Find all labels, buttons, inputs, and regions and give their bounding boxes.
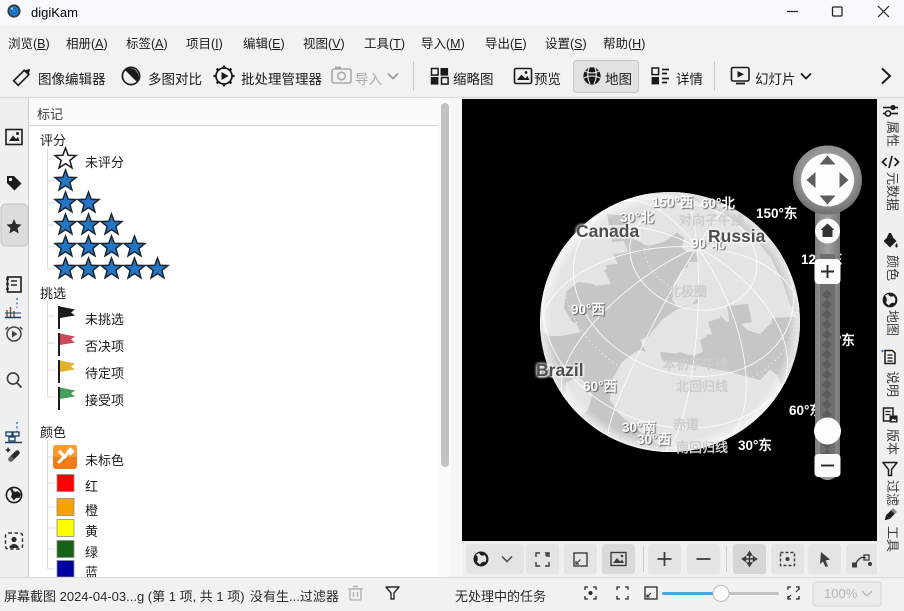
svg-text:90°西: 90°西 [571,302,605,317]
svg-text:南回归线: 南回归线 [676,440,728,455]
svg-text:60°西: 60°西 [583,379,617,394]
svg-text:赤道: 赤道 [673,417,699,432]
svg-text:Russia: Russia [708,226,766,246]
svg-text:60°北: 60°北 [701,196,735,211]
svg-text:150°东: 150°东 [756,205,798,221]
svg-text:Brazil: Brazil [536,360,584,380]
svg-text:100%: 100% [824,586,858,601]
svg-text:本初子午线: 本初子午线 [663,357,728,372]
svg-text:150°西: 150°西 [652,195,693,210]
svg-text:北回归线: 北回归线 [676,379,728,394]
svg-text:Canada: Canada [576,221,639,241]
svg-text:30°西: 30°西 [637,432,671,447]
svg-text:30°东: 30°东 [738,437,772,453]
svg-text:北极圈: 北极圈 [668,284,707,299]
